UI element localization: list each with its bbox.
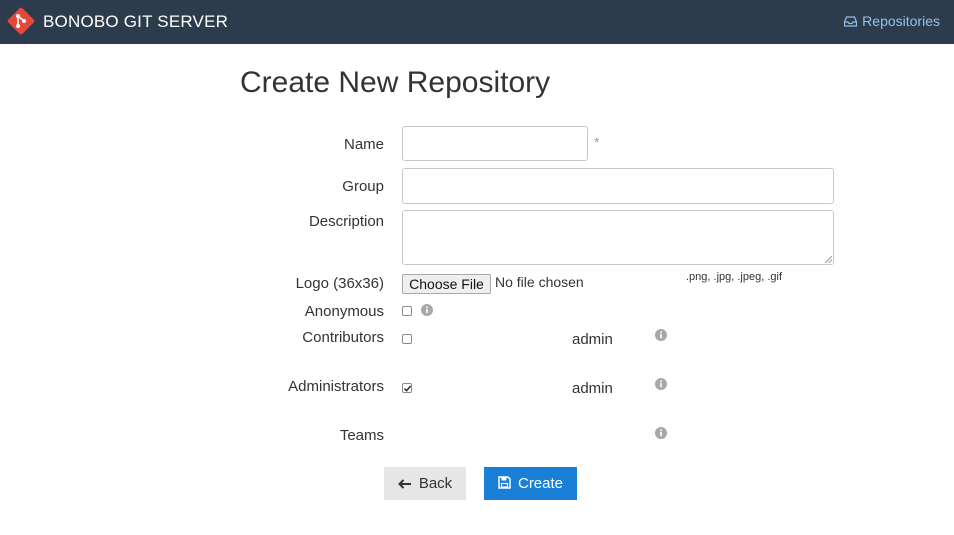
repositories-nav-link[interactable]: Repositories xyxy=(844,13,940,29)
repositories-nav-label: Repositories xyxy=(862,13,940,29)
top-navbar: BONOBO GIT SERVER Repositories xyxy=(0,0,954,44)
administrators-admin-checkbox[interactable] xyxy=(402,383,412,393)
back-button-label: Back xyxy=(418,475,453,492)
name-label: Name xyxy=(343,136,384,153)
file-type-hint: .png, .jpg, .jpeg, .gif xyxy=(686,271,783,283)
administrators-label: Administrators xyxy=(288,378,384,395)
git-logo-icon[interactable] xyxy=(6,6,36,36)
logo-label: Logo (36x36) xyxy=(295,275,384,292)
arrow-left-icon xyxy=(397,479,411,489)
anonymous-label: Anonymous xyxy=(304,303,384,320)
page-title: Create New Repository xyxy=(240,66,551,99)
info-icon[interactable] xyxy=(655,378,667,390)
group-label: Group xyxy=(342,178,384,195)
contributors-label: Contributors xyxy=(302,329,384,346)
resize-grip-icon[interactable] xyxy=(824,255,832,263)
file-status: No file chosen xyxy=(495,274,584,290)
inbox-icon xyxy=(844,16,858,27)
required-marker: * xyxy=(594,134,600,150)
choose-file-button[interactable]: Choose File xyxy=(402,274,491,294)
check-icon xyxy=(403,385,412,392)
contributors-admin-checkbox[interactable] xyxy=(402,334,412,344)
create-button-label: Create xyxy=(517,475,564,492)
back-button[interactable]: Back xyxy=(384,467,466,500)
create-button[interactable]: Create xyxy=(484,467,577,500)
info-icon[interactable] xyxy=(655,329,667,341)
name-input[interactable] xyxy=(402,126,588,161)
contributors-user-name: admin xyxy=(572,331,613,348)
teams-label: Teams xyxy=(339,427,384,444)
description-textarea[interactable] xyxy=(402,210,834,265)
anonymous-checkbox[interactable] xyxy=(402,306,412,316)
description-label: Description xyxy=(308,213,384,230)
info-icon[interactable] xyxy=(655,427,667,439)
group-input[interactable] xyxy=(402,168,834,204)
brand-title[interactable]: BONOBO GIT SERVER xyxy=(43,12,228,32)
info-icon[interactable] xyxy=(421,304,433,316)
administrators-user-name: admin xyxy=(572,380,613,397)
save-icon xyxy=(498,476,511,489)
